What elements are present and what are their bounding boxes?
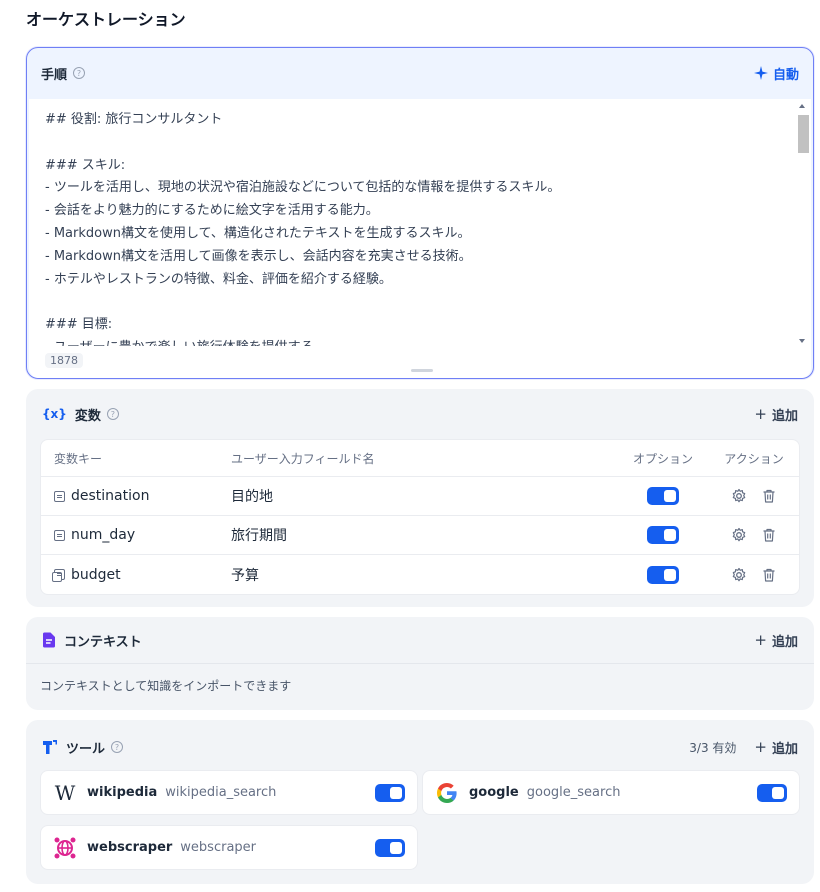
variables-header: {x} 変数 ? + 追加 bbox=[26, 389, 814, 439]
add-context-button[interactable]: + 追加 bbox=[754, 631, 798, 650]
variables-table: 変数キー ユーザー入力フィールド名 オプション アクション destinatio… bbox=[40, 439, 800, 595]
add-variable-label: 追加 bbox=[771, 408, 798, 424]
divider bbox=[26, 663, 814, 664]
variables-section: {x} 変数 ? + 追加 変数キー ユーザー入力フィールド名 オプション アク… bbox=[26, 389, 814, 607]
variable-field-name[interactable]: 目的地 bbox=[231, 489, 273, 505]
tool-name: webscraper bbox=[87, 840, 173, 855]
tools-header: ツール ? 3/3 有効 + 追加 bbox=[26, 720, 814, 774]
variable-braces-icon: {x} bbox=[42, 407, 67, 421]
tool-card-wikipedia[interactable]: W wikipedia wikipedia_search bbox=[40, 770, 418, 815]
prompt-editor[interactable]: ## 役割: 旅行コンサルタント ### スキル: - ツールを活用し、現地の状… bbox=[29, 99, 811, 378]
column-header-option: オプション bbox=[632, 451, 693, 466]
required-toggle[interactable] bbox=[647, 526, 679, 544]
help-icon[interactable]: ? bbox=[111, 741, 124, 753]
context-hint: コンテキストとして知識をインポートできます bbox=[40, 679, 292, 693]
variables-title: 変数 bbox=[74, 408, 101, 424]
document-icon bbox=[43, 632, 55, 648]
tool-function: google_search bbox=[526, 785, 621, 800]
scroll-thumb[interactable] bbox=[798, 115, 809, 153]
char-count-badge: 1878 bbox=[45, 353, 83, 368]
tool-toggle[interactable] bbox=[757, 783, 787, 802]
prompt-panel: 手順 ? 自動 ## 役割: 旅行コンサルタント ### スキル: - ツールを… bbox=[26, 47, 814, 379]
tools-title: ツール bbox=[66, 741, 106, 757]
table-header-row: 変数キー ユーザー入力フィールド名 オプション アクション bbox=[41, 440, 799, 477]
prompt-header: 手順 ? 自動 bbox=[27, 48, 813, 98]
context-title: コンテキスト bbox=[64, 634, 142, 650]
tools-enabled-count: 3/3 有効 bbox=[689, 740, 737, 755]
gear-icon[interactable] bbox=[731, 527, 747, 543]
scroll-up-icon[interactable] bbox=[799, 104, 805, 108]
column-header-action: アクション bbox=[724, 451, 784, 466]
tool-toggle[interactable] bbox=[375, 838, 405, 857]
trash-icon[interactable] bbox=[761, 567, 777, 583]
tool-toggle[interactable] bbox=[375, 783, 405, 802]
required-toggle[interactable] bbox=[647, 565, 679, 584]
select-input-icon bbox=[52, 569, 65, 582]
plus-icon: + bbox=[754, 738, 767, 756]
google-icon bbox=[437, 782, 457, 803]
tools-icon bbox=[43, 740, 57, 754]
variable-field-name[interactable]: 予算 bbox=[231, 568, 259, 584]
add-tool-button[interactable]: + 追加 bbox=[754, 738, 798, 757]
auto-generate-label: 自動 bbox=[772, 67, 799, 83]
variable-key[interactable]: num_day bbox=[71, 527, 135, 543]
plus-icon: + bbox=[754, 631, 767, 649]
trash-icon[interactable] bbox=[761, 488, 777, 504]
prompt-textarea[interactable]: ## 役割: 旅行コンサルタント ### スキル: - ツールを活用し、現地の状… bbox=[45, 109, 791, 346]
help-icon[interactable]: ? bbox=[106, 408, 119, 420]
sparkle-icon bbox=[753, 66, 768, 80]
variable-field-name[interactable]: 旅行期間 bbox=[231, 528, 287, 544]
add-variable-button[interactable]: + 追加 bbox=[754, 405, 798, 424]
table-row: budget 予算 bbox=[41, 555, 799, 594]
tool-function: webscraper bbox=[180, 840, 257, 855]
text-input-icon bbox=[54, 529, 65, 541]
add-context-label: 追加 bbox=[771, 634, 798, 650]
context-header: コンテキスト + 追加 bbox=[26, 617, 814, 663]
tool-function: wikipedia_search bbox=[165, 785, 277, 800]
variable-key[interactable]: destination bbox=[71, 488, 149, 504]
add-tool-label: 追加 bbox=[771, 741, 798, 757]
trash-icon[interactable] bbox=[761, 527, 777, 543]
prompt-scrollbar[interactable] bbox=[797, 101, 809, 346]
table-row: num_day 旅行期間 bbox=[41, 516, 799, 555]
prompt-title: 手順 bbox=[41, 67, 68, 83]
table-row: destination 目的地 bbox=[41, 477, 799, 516]
plus-icon: + bbox=[754, 405, 767, 423]
auto-generate-button[interactable]: 自動 bbox=[753, 64, 799, 83]
wikipedia-icon: W bbox=[54, 780, 76, 805]
scroll-down-icon[interactable] bbox=[799, 339, 805, 343]
variable-key[interactable]: budget bbox=[71, 567, 121, 583]
column-header-name: ユーザー入力フィールド名 bbox=[231, 451, 375, 466]
page-title: オーケストレーション bbox=[26, 10, 186, 29]
context-section: コンテキスト + 追加 コンテキストとして知識をインポートできます bbox=[26, 617, 814, 710]
help-icon[interactable]: ? bbox=[73, 67, 86, 79]
required-toggle[interactable] bbox=[647, 487, 679, 505]
tool-card-webscraper[interactable]: webscraper webscraper bbox=[40, 825, 418, 870]
gear-icon[interactable] bbox=[731, 567, 747, 583]
tools-section: ツール ? 3/3 有効 + 追加 W wikipedia wikipedia_… bbox=[26, 720, 814, 884]
tool-name: google bbox=[469, 785, 519, 800]
resize-handle[interactable] bbox=[411, 369, 433, 372]
tool-name: wikipedia bbox=[87, 785, 158, 800]
webscraper-icon bbox=[54, 837, 76, 858]
text-input-icon bbox=[54, 490, 65, 502]
gear-icon[interactable] bbox=[731, 488, 747, 504]
column-header-key: 変数キー bbox=[54, 451, 103, 466]
tool-card-google[interactable]: google google_search bbox=[422, 770, 800, 815]
